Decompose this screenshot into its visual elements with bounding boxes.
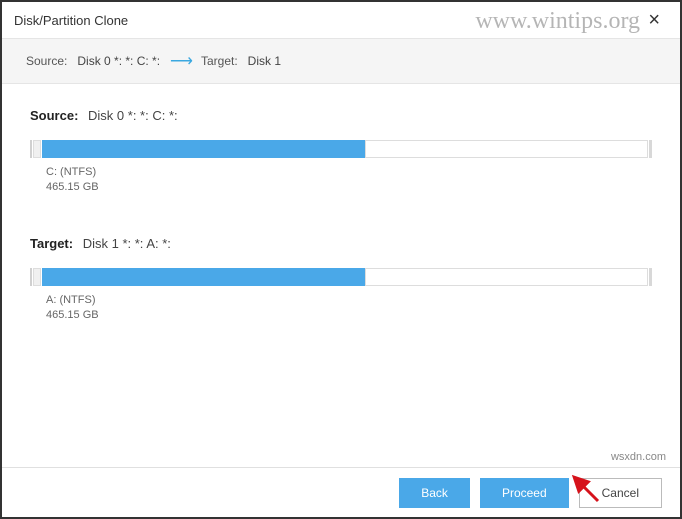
footer-buttons: Back Proceed Cancel (2, 467, 680, 517)
partition-used (42, 140, 365, 158)
summary-bar: Source: Disk 0 *: *: C: *: ⟶ Target: Dis… (2, 38, 680, 84)
summary-source-value: Disk 0 *: *: C: *: (77, 54, 160, 68)
partition-tail-icon (649, 140, 652, 158)
partition-lead-icon (33, 140, 41, 158)
summary-source-label: Source: (26, 54, 67, 68)
source-disk-name: Disk 0 *: *: C: *: (88, 108, 178, 123)
partition-tail-icon (649, 268, 652, 286)
target-partition-name: A: (NTFS) (46, 293, 652, 308)
source-section: Source: Disk 0 *: *: C: *: C: (NTFS) 465… (30, 108, 652, 196)
watermark-bottom: wsxdn.com (611, 451, 666, 463)
partition-reserved-icon (30, 268, 32, 286)
summary-target-value: Disk 1 (248, 54, 281, 68)
source-partition-bar[interactable] (30, 139, 652, 159)
back-button[interactable]: Back (399, 478, 470, 508)
target-section: Target: Disk 1 *: *: A: *: A: (NTFS) 465… (30, 236, 652, 324)
target-disk-name: Disk 1 *: *: A: *: (83, 236, 171, 251)
source-partition-size: 465.15 GB (46, 180, 652, 195)
target-partition-info: A: (NTFS) 465.15 GB (46, 293, 652, 324)
arrow-right-icon: ⟶ (170, 51, 191, 71)
source-partition-info: C: (NTFS) 465.15 GB (46, 165, 652, 196)
summary-target-label: Target: (201, 54, 238, 68)
target-header: Target: Disk 1 *: *: A: *: (30, 236, 652, 251)
target-label: Target: (30, 236, 73, 251)
target-partition-bar[interactable] (30, 267, 652, 287)
partition-lead-icon (33, 268, 41, 286)
content-area: Source: Disk 0 *: *: C: *: C: (NTFS) 465… (2, 84, 680, 324)
close-icon[interactable]: × (640, 9, 668, 32)
titlebar: Disk/Partition Clone × (2, 2, 680, 38)
partition-free (365, 140, 648, 158)
proceed-button[interactable]: Proceed (480, 478, 569, 508)
partition-free (365, 268, 648, 286)
source-header: Source: Disk 0 *: *: C: *: (30, 108, 652, 123)
partition-used (42, 268, 365, 286)
source-partition-name: C: (NTFS) (46, 165, 652, 180)
source-label: Source: (30, 108, 78, 123)
partition-reserved-icon (30, 140, 32, 158)
cancel-button[interactable]: Cancel (579, 478, 662, 508)
dialog-title: Disk/Partition Clone (14, 13, 128, 28)
target-partition-size: 465.15 GB (46, 308, 652, 323)
